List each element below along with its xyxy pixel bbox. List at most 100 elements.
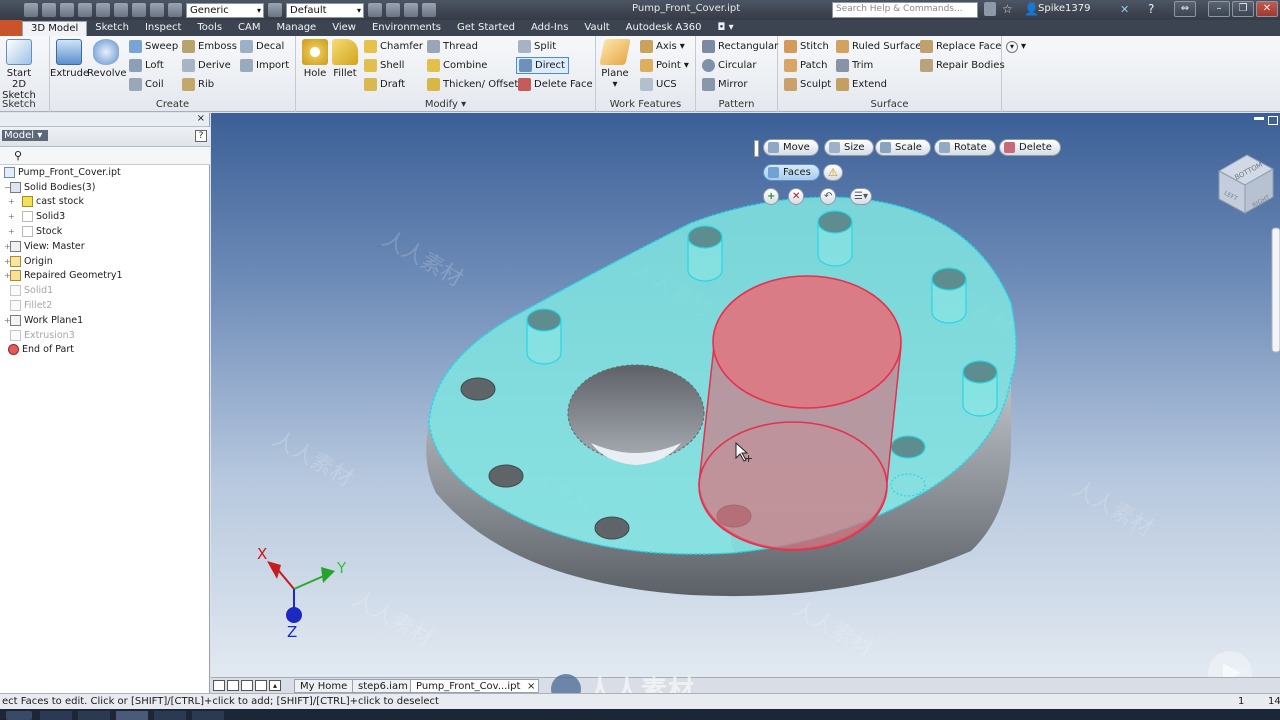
bolt-boss-top[interactable] xyxy=(962,360,998,384)
minimize-button[interactable]: – xyxy=(1208,1,1230,17)
split-button[interactable]: Split xyxy=(518,38,556,55)
update-icon[interactable] xyxy=(132,3,146,17)
graphics-viewport[interactable]: 人人素材 人人素材 人人素材 人人素材 人人素材 人人素材 人人素材 人人素材 xyxy=(211,113,1280,677)
help-icon[interactable]: ? xyxy=(1148,2,1154,16)
delete-button[interactable]: Delete xyxy=(999,139,1061,156)
ruled-surface-button[interactable]: Ruled Surface xyxy=(836,38,921,55)
tree-node-repaired-geometry[interactable]: + Repaired Geometry1 xyxy=(0,269,208,284)
decal-button[interactable]: Decal xyxy=(240,38,284,55)
tab-autodesk-a360[interactable]: Autodesk A360 xyxy=(618,21,710,36)
mirror-button[interactable]: Mirror xyxy=(702,76,747,93)
close-icon[interactable]: × xyxy=(527,680,535,693)
revolve-button[interactable]: Revolve xyxy=(87,39,127,79)
expand-icon[interactable]: + xyxy=(8,227,15,236)
trim-button[interactable]: Trim xyxy=(836,57,873,74)
tile-icon[interactable] xyxy=(213,680,225,691)
derive-button[interactable]: Derive xyxy=(182,57,231,74)
tab-view[interactable]: View xyxy=(324,21,364,36)
combine-button[interactable]: Combine xyxy=(427,57,487,74)
bolt-boss-top[interactable] xyxy=(687,225,723,249)
delete-face-button[interactable]: Delete Face xyxy=(518,76,593,93)
star-icon[interactable]: ☆ xyxy=(1002,2,1013,16)
stitch-button[interactable]: Stitch xyxy=(784,38,829,55)
close-button[interactable]: ✕ xyxy=(1256,1,1278,17)
save-icon[interactable] xyxy=(60,3,74,17)
circular-pattern-button[interactable]: Circular xyxy=(702,57,757,74)
help-icon[interactable]: ? xyxy=(195,130,207,142)
selected-cylinder-base[interactable] xyxy=(698,421,888,551)
close-icon[interactable]: × xyxy=(197,113,205,124)
properties-icon[interactable] xyxy=(168,3,182,17)
taskbar-item[interactable] xyxy=(154,711,186,720)
start-2d-sketch-button[interactable]: Start 2D Sketch xyxy=(0,39,40,101)
rib-button[interactable]: Rib xyxy=(182,76,214,93)
large-hole[interactable] xyxy=(567,364,705,462)
patch-button[interactable]: Patch xyxy=(784,57,827,74)
tab-sketch[interactable]: Sketch xyxy=(87,21,137,36)
taskbar-item[interactable] xyxy=(78,711,110,720)
taskbar-item[interactable] xyxy=(192,711,224,720)
tree-node-work-plane[interactable]: + Work Plane1 xyxy=(0,313,208,328)
move-button[interactable]: Move xyxy=(763,139,819,156)
expand-icon[interactable]: + xyxy=(4,271,11,280)
cascade-icon[interactable] xyxy=(241,680,253,691)
open-icon[interactable] xyxy=(42,3,56,17)
thread-button[interactable]: Thread xyxy=(427,38,478,55)
redo-icon[interactable] xyxy=(96,3,110,17)
tab-manage[interactable]: Manage xyxy=(268,21,324,36)
plane-button[interactable]: Plane ▾ xyxy=(596,39,634,90)
binoculars-icon[interactable] xyxy=(984,2,996,16)
tree-node-solid-bodies[interactable]: − Solid Bodies(3) xyxy=(0,180,208,195)
taskbar-item[interactable] xyxy=(40,711,72,720)
minitoolbar-grip[interactable] xyxy=(754,140,759,157)
expand-icon[interactable]: + xyxy=(4,257,11,266)
selected-cylinder-top[interactable] xyxy=(712,275,902,409)
exchange-icon[interactable]: ✕ xyxy=(1120,3,1129,16)
maximize-view-icon[interactable] xyxy=(1268,116,1278,125)
bolt-boss-top[interactable] xyxy=(817,210,853,234)
expand-icon[interactable]: + xyxy=(4,242,11,251)
tree-node-solid1[interactable]: Solid1 xyxy=(0,283,208,298)
options-menu-button[interactable]: ☰▾ xyxy=(850,188,872,205)
navigation-bar[interactable] xyxy=(1271,227,1280,353)
chamfer-button[interactable]: Chamfer xyxy=(364,38,423,55)
bolt-boss-top[interactable] xyxy=(526,308,562,332)
select-icon[interactable] xyxy=(150,3,164,17)
sweep-button[interactable]: Sweep xyxy=(129,38,178,55)
expand-icon[interactable]: + xyxy=(8,197,15,206)
user-name[interactable]: Spike1379 xyxy=(1038,3,1091,14)
shell-button[interactable]: Shell xyxy=(364,57,404,74)
tile-icon[interactable] xyxy=(227,680,239,691)
collapse-icon[interactable]: − xyxy=(4,183,11,192)
repair-bodies-button[interactable]: Repair Bodies xyxy=(920,57,1005,74)
size-button[interactable]: Size xyxy=(824,139,874,156)
more-tools-button[interactable]: ▾ ▾ xyxy=(1006,38,1026,55)
draft-button[interactable]: Draft xyxy=(364,76,405,93)
tree-node-stock[interactable]: + Stock xyxy=(0,224,208,239)
tab-vault[interactable]: Vault xyxy=(576,21,617,36)
browser-title[interactable]: Model ▾ xyxy=(2,130,49,141)
tab-cam[interactable]: CAM xyxy=(230,21,268,36)
direct-button[interactable]: Direct xyxy=(516,57,569,74)
minimize-view-icon[interactable] xyxy=(1254,117,1264,120)
tab-add-ins[interactable]: Add-Ins xyxy=(523,21,576,36)
tree-node-cast-stock[interactable]: + cast stock xyxy=(0,195,208,210)
viewcube[interactable]: BOTTOM LEFT RIGHT xyxy=(1217,154,1275,214)
undo-icon[interactable] xyxy=(78,3,92,17)
model-canvas[interactable]: 人人素材 人人素材 人人素材 人人素材 人人素材 人人素材 人人素材 人人素材 xyxy=(211,113,1280,677)
new-icon[interactable] xyxy=(24,3,38,17)
faces-select-button[interactable]: Faces xyxy=(763,164,820,181)
bolt-boss-top[interactable] xyxy=(931,267,967,291)
doc-tab-my-home[interactable]: My Home xyxy=(294,679,354,693)
app-menu-button[interactable] xyxy=(0,20,22,36)
warning-button[interactable]: ⚠ xyxy=(823,164,843,181)
coil-button[interactable]: Coil xyxy=(129,76,164,93)
expand-icon[interactable]: + xyxy=(8,212,15,221)
extrude-button[interactable]: Extrude xyxy=(50,39,89,79)
tab-3d-model[interactable]: 3D Model xyxy=(22,21,88,36)
doc-tab-pump-front-cover[interactable]: Pump_Front_Cov...ipt × xyxy=(410,679,540,693)
taskbar-item[interactable] xyxy=(116,711,148,720)
tree-node-solid3[interactable]: + Solid3 xyxy=(0,209,208,224)
arrange-icon[interactable] xyxy=(255,680,267,691)
tab-environments[interactable]: Environments xyxy=(364,21,449,36)
